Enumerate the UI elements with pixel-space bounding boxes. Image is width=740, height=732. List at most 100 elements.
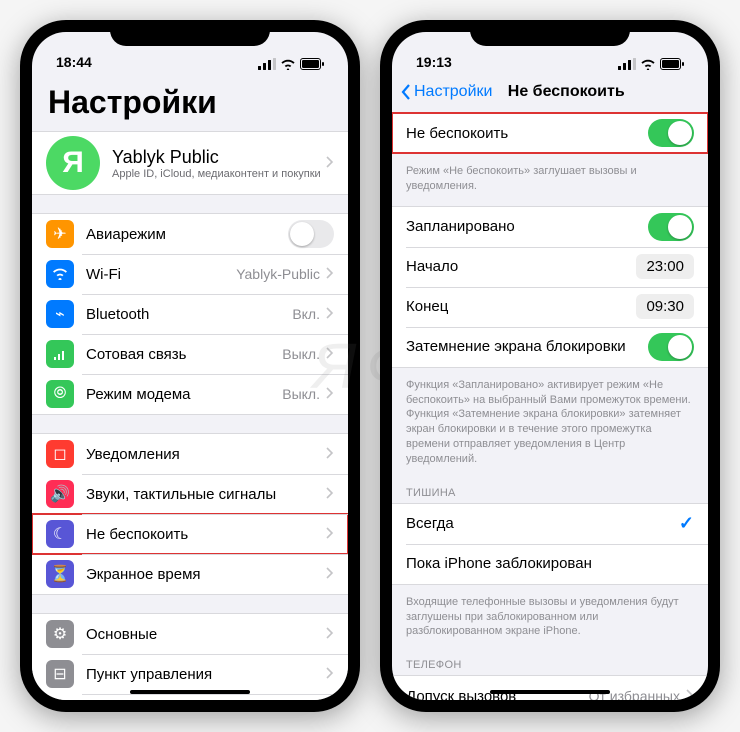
silence-group: Всегда ✓ Пока iPhone заблокирован bbox=[392, 503, 708, 585]
row-hotspot[interactable]: ⦾ Режим модема Выкл. bbox=[32, 374, 348, 414]
row-wifi[interactable]: Wi-Fi Yablyk-Public bbox=[32, 254, 348, 294]
account-name: Yablyk Public bbox=[112, 147, 326, 168]
screen-settings: 18:44 Настройки Я Yablyk Public Apple ID… bbox=[32, 32, 348, 700]
dnd-toggle[interactable] bbox=[648, 119, 694, 147]
notch bbox=[470, 20, 630, 46]
row-screentime[interactable]: ⏳ Экранное время bbox=[32, 554, 348, 594]
row-label: Сотовая связь bbox=[86, 346, 282, 363]
chevron-right-icon bbox=[326, 386, 334, 403]
row-start[interactable]: Начало 23:00 bbox=[392, 247, 708, 287]
row-notifications[interactable]: ◻ Уведомления bbox=[32, 434, 348, 474]
chevron-right-icon bbox=[326, 346, 334, 363]
dim-toggle[interactable] bbox=[648, 333, 694, 361]
row-label: Не беспокоить bbox=[406, 125, 648, 142]
row-label: Конец bbox=[406, 298, 636, 315]
dnd-scroll[interactable]: Не беспокоить Режим «Не беспокоить» загл… bbox=[392, 112, 708, 700]
battery-icon bbox=[660, 58, 684, 70]
account-group: Я Yablyk Public Apple ID, iCloud, медиак… bbox=[32, 131, 348, 195]
notch bbox=[110, 20, 270, 46]
navbar: Настройки Не беспокоить bbox=[392, 72, 708, 112]
row-dnd-toggle[interactable]: Не беспокоить bbox=[392, 113, 708, 153]
signal-icon bbox=[258, 58, 276, 70]
cellular-icon bbox=[46, 340, 74, 368]
chevron-right-icon bbox=[326, 526, 334, 543]
row-label: Запланировано bbox=[406, 218, 648, 235]
row-sounds[interactable]: 🔊 Звуки, тактильные сигналы bbox=[32, 474, 348, 514]
bluetooth-icon: ⌁ bbox=[46, 300, 74, 328]
chevron-right-icon bbox=[326, 155, 334, 172]
row-dim-lock[interactable]: Затемнение экрана блокировки bbox=[392, 327, 708, 367]
row-airplane[interactable]: ✈ Авиарежим bbox=[32, 214, 348, 254]
settings-scroll[interactable]: Настройки Я Yablyk Public Apple ID, iClo… bbox=[32, 72, 348, 700]
status-indicators bbox=[258, 58, 324, 70]
row-label: Всегда bbox=[406, 515, 679, 532]
sliders-icon: ⊟ bbox=[46, 660, 74, 688]
row-bluetooth[interactable]: ⌁ Bluetooth Вкл. bbox=[32, 294, 348, 334]
row-silence-locked[interactable]: Пока iPhone заблокирован bbox=[392, 544, 708, 584]
home-indicator[interactable] bbox=[490, 690, 610, 694]
row-display[interactable]: AA Экран и яркость bbox=[32, 694, 348, 700]
chevron-right-icon bbox=[326, 626, 334, 643]
row-label: Bluetooth bbox=[86, 306, 292, 323]
home-indicator[interactable] bbox=[130, 690, 250, 694]
row-label: Не беспокоить bbox=[86, 526, 326, 543]
status-time: 18:44 bbox=[56, 54, 92, 70]
battery-icon bbox=[300, 58, 324, 70]
status-indicators bbox=[618, 58, 684, 70]
start-time[interactable]: 23:00 bbox=[636, 254, 694, 279]
row-label: Пункт управления bbox=[86, 666, 326, 683]
allow-group: Допуск вызовов От избранных bbox=[392, 675, 708, 700]
row-scheduled[interactable]: Запланировано bbox=[392, 207, 708, 247]
phone-header: ТЕЛЕФОН bbox=[392, 651, 708, 675]
chevron-right-icon bbox=[326, 446, 334, 463]
row-apple-id[interactable]: Я Yablyk Public Apple ID, iCloud, медиак… bbox=[32, 132, 348, 194]
notifications-icon: ◻ bbox=[46, 440, 74, 468]
dnd-main-footer: Режим «Не беспокоить» заглушает вызовы и… bbox=[392, 160, 708, 206]
airplane-toggle[interactable] bbox=[288, 220, 334, 248]
row-label: Начало bbox=[406, 258, 636, 275]
schedule-group: Запланировано Начало 23:00 Конец 09:30 З… bbox=[392, 206, 708, 368]
chevron-right-icon bbox=[686, 688, 694, 700]
chevron-right-icon bbox=[326, 266, 334, 283]
row-value: Вкл. bbox=[292, 306, 320, 322]
airplane-icon: ✈ bbox=[46, 220, 74, 248]
row-label: Экранное время bbox=[86, 566, 326, 583]
signal-icon bbox=[618, 58, 636, 70]
status-time: 19:13 bbox=[416, 54, 452, 70]
phone-left: 18:44 Настройки Я Yablyk Public Apple ID… bbox=[20, 20, 360, 712]
row-label: Авиарежим bbox=[86, 226, 288, 243]
chevron-right-icon bbox=[326, 306, 334, 323]
row-label: Режим модема bbox=[86, 386, 282, 403]
chevron-right-icon bbox=[326, 566, 334, 583]
row-label: Пока iPhone заблокирован bbox=[406, 555, 694, 572]
gear-icon: ⚙ bbox=[46, 620, 74, 648]
nav-title: Не беспокоить bbox=[432, 83, 700, 101]
page-title: Настройки bbox=[32, 72, 348, 131]
sounds-icon: 🔊 bbox=[46, 480, 74, 508]
attn-group: ◻ Уведомления 🔊 Звуки, тактильные сигнал… bbox=[32, 433, 348, 595]
system-group: ⚙ Основные ⊟ Пункт управления AA Экран и… bbox=[32, 613, 348, 700]
row-dnd[interactable]: ☾ Не беспокоить bbox=[32, 514, 348, 554]
wifi-icon bbox=[280, 58, 296, 70]
row-label: Уведомления bbox=[86, 446, 326, 463]
moon-icon: ☾ bbox=[46, 520, 74, 548]
end-time[interactable]: 09:30 bbox=[636, 294, 694, 319]
row-label: Основные bbox=[86, 626, 326, 643]
silence-footer: Входящие телефонные вызовы и уведомления… bbox=[392, 591, 708, 652]
wifi-icon bbox=[640, 58, 656, 70]
row-label: Затемнение экрана блокировки bbox=[406, 338, 648, 355]
row-allow-calls[interactable]: Допуск вызовов От избранных bbox=[392, 676, 708, 700]
row-cellular[interactable]: Сотовая связь Выкл. bbox=[32, 334, 348, 374]
row-silence-always[interactable]: Всегда ✓ bbox=[392, 504, 708, 544]
connectivity-group: ✈ Авиарежим Wi-Fi Yablyk-Public ⌁ Blueto… bbox=[32, 213, 348, 415]
row-end[interactable]: Конец 09:30 bbox=[392, 287, 708, 327]
hourglass-icon: ⏳ bbox=[46, 560, 74, 588]
avatar: Я bbox=[46, 136, 100, 190]
screen-dnd: 19:13 Настройки Не беспокоить Не беспоко… bbox=[392, 32, 708, 700]
row-general[interactable]: ⚙ Основные bbox=[32, 614, 348, 654]
scheduled-toggle[interactable] bbox=[648, 213, 694, 241]
chevron-right-icon bbox=[326, 666, 334, 683]
row-control-center[interactable]: ⊟ Пункт управления bbox=[32, 654, 348, 694]
wifi-icon bbox=[46, 260, 74, 288]
row-value: Yablyk-Public bbox=[236, 266, 320, 282]
